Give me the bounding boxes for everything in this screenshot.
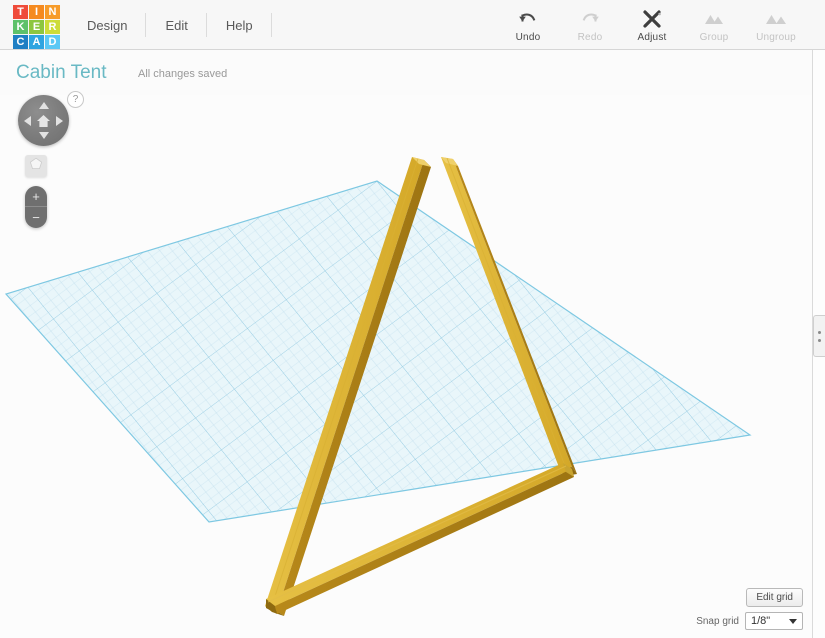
save-status: All changes saved bbox=[138, 68, 228, 80]
undo-icon bbox=[518, 8, 538, 30]
tinkercad-logo[interactable]: T I N K E R C A D bbox=[13, 5, 60, 49]
group-icon bbox=[702, 8, 726, 30]
tool-adjust[interactable]: Adjust bbox=[621, 0, 683, 50]
tool-adjust-label: Adjust bbox=[637, 32, 667, 43]
tinkercad-app: T I N K E R C A D Design Edit Help Undo … bbox=[0, 0, 825, 638]
snap-grid-label: Snap grid bbox=[696, 615, 739, 627]
view-cube-navigator[interactable] bbox=[18, 95, 69, 146]
zoom-in-button[interactable]: + bbox=[25, 186, 47, 207]
adjust-icon bbox=[641, 8, 663, 30]
panel-dot-icon bbox=[818, 330, 821, 334]
action-toolbar: Undo Redo Adjust Group Ungroup bbox=[497, 0, 807, 50]
main-menu: Design Edit Help bbox=[68, 0, 272, 50]
zoom-out-button[interactable]: − bbox=[25, 207, 47, 228]
tool-group[interactable]: Group bbox=[683, 0, 745, 50]
tool-redo[interactable]: Redo bbox=[559, 0, 621, 50]
top-menu-bar: T I N K E R C A D Design Edit Help Undo … bbox=[0, 0, 825, 50]
tool-undo[interactable]: Undo bbox=[497, 0, 559, 50]
edit-grid-button[interactable]: Edit grid bbox=[746, 588, 803, 607]
logo-tile: R bbox=[45, 20, 60, 34]
logo-tile: K bbox=[13, 20, 28, 34]
snap-grid-row: Snap grid 1/8" bbox=[696, 612, 803, 630]
redo-icon bbox=[580, 8, 600, 30]
logo-tile: I bbox=[29, 5, 44, 19]
home-icon[interactable] bbox=[36, 113, 52, 129]
document-header bbox=[0, 50, 825, 95]
logo-tile: D bbox=[45, 35, 60, 49]
ungroup-icon bbox=[764, 8, 788, 30]
menu-item-edit[interactable]: Edit bbox=[146, 0, 208, 50]
grid-controls: Edit grid Snap grid 1/8" bbox=[696, 588, 803, 630]
right-panel-rail bbox=[812, 50, 825, 638]
tool-redo-label: Redo bbox=[577, 32, 603, 43]
logo-tile: T bbox=[13, 5, 28, 19]
expand-panel-button[interactable] bbox=[813, 315, 825, 357]
chevron-down-icon bbox=[789, 618, 797, 624]
tool-group-label: Group bbox=[699, 32, 729, 43]
nav-arrow-up-icon[interactable] bbox=[38, 102, 49, 109]
nav-arrow-left-icon[interactable] bbox=[24, 115, 31, 126]
fit-view-button[interactable] bbox=[25, 155, 47, 177]
scene-svg bbox=[4, 157, 752, 616]
logo-tile: C bbox=[13, 35, 28, 49]
tool-ungroup-label: Ungroup bbox=[756, 32, 796, 43]
logo-tile: N bbox=[45, 5, 60, 19]
snap-grid-select[interactable]: 1/8" bbox=[745, 612, 803, 630]
3d-viewport[interactable] bbox=[0, 95, 812, 638]
tool-undo-label: Undo bbox=[515, 32, 541, 43]
snap-grid-value: 1/8" bbox=[751, 615, 771, 627]
nav-arrow-down-icon[interactable] bbox=[38, 132, 49, 139]
menu-item-help[interactable]: Help bbox=[207, 0, 272, 50]
panel-dot-icon bbox=[818, 338, 821, 342]
fit-view-icon bbox=[29, 157, 43, 175]
logo-tile: A bbox=[29, 35, 44, 49]
view-navigation-controls: + − bbox=[18, 95, 69, 228]
zoom-controls: + − bbox=[25, 186, 47, 228]
menu-item-design[interactable]: Design bbox=[68, 0, 147, 50]
page-title[interactable]: Cabin Tent bbox=[16, 62, 107, 84]
help-button[interactable]: ? bbox=[67, 91, 84, 108]
tool-ungroup[interactable]: Ungroup bbox=[745, 0, 807, 50]
logo-tile: E bbox=[29, 20, 44, 34]
nav-arrow-right-icon[interactable] bbox=[56, 115, 63, 126]
